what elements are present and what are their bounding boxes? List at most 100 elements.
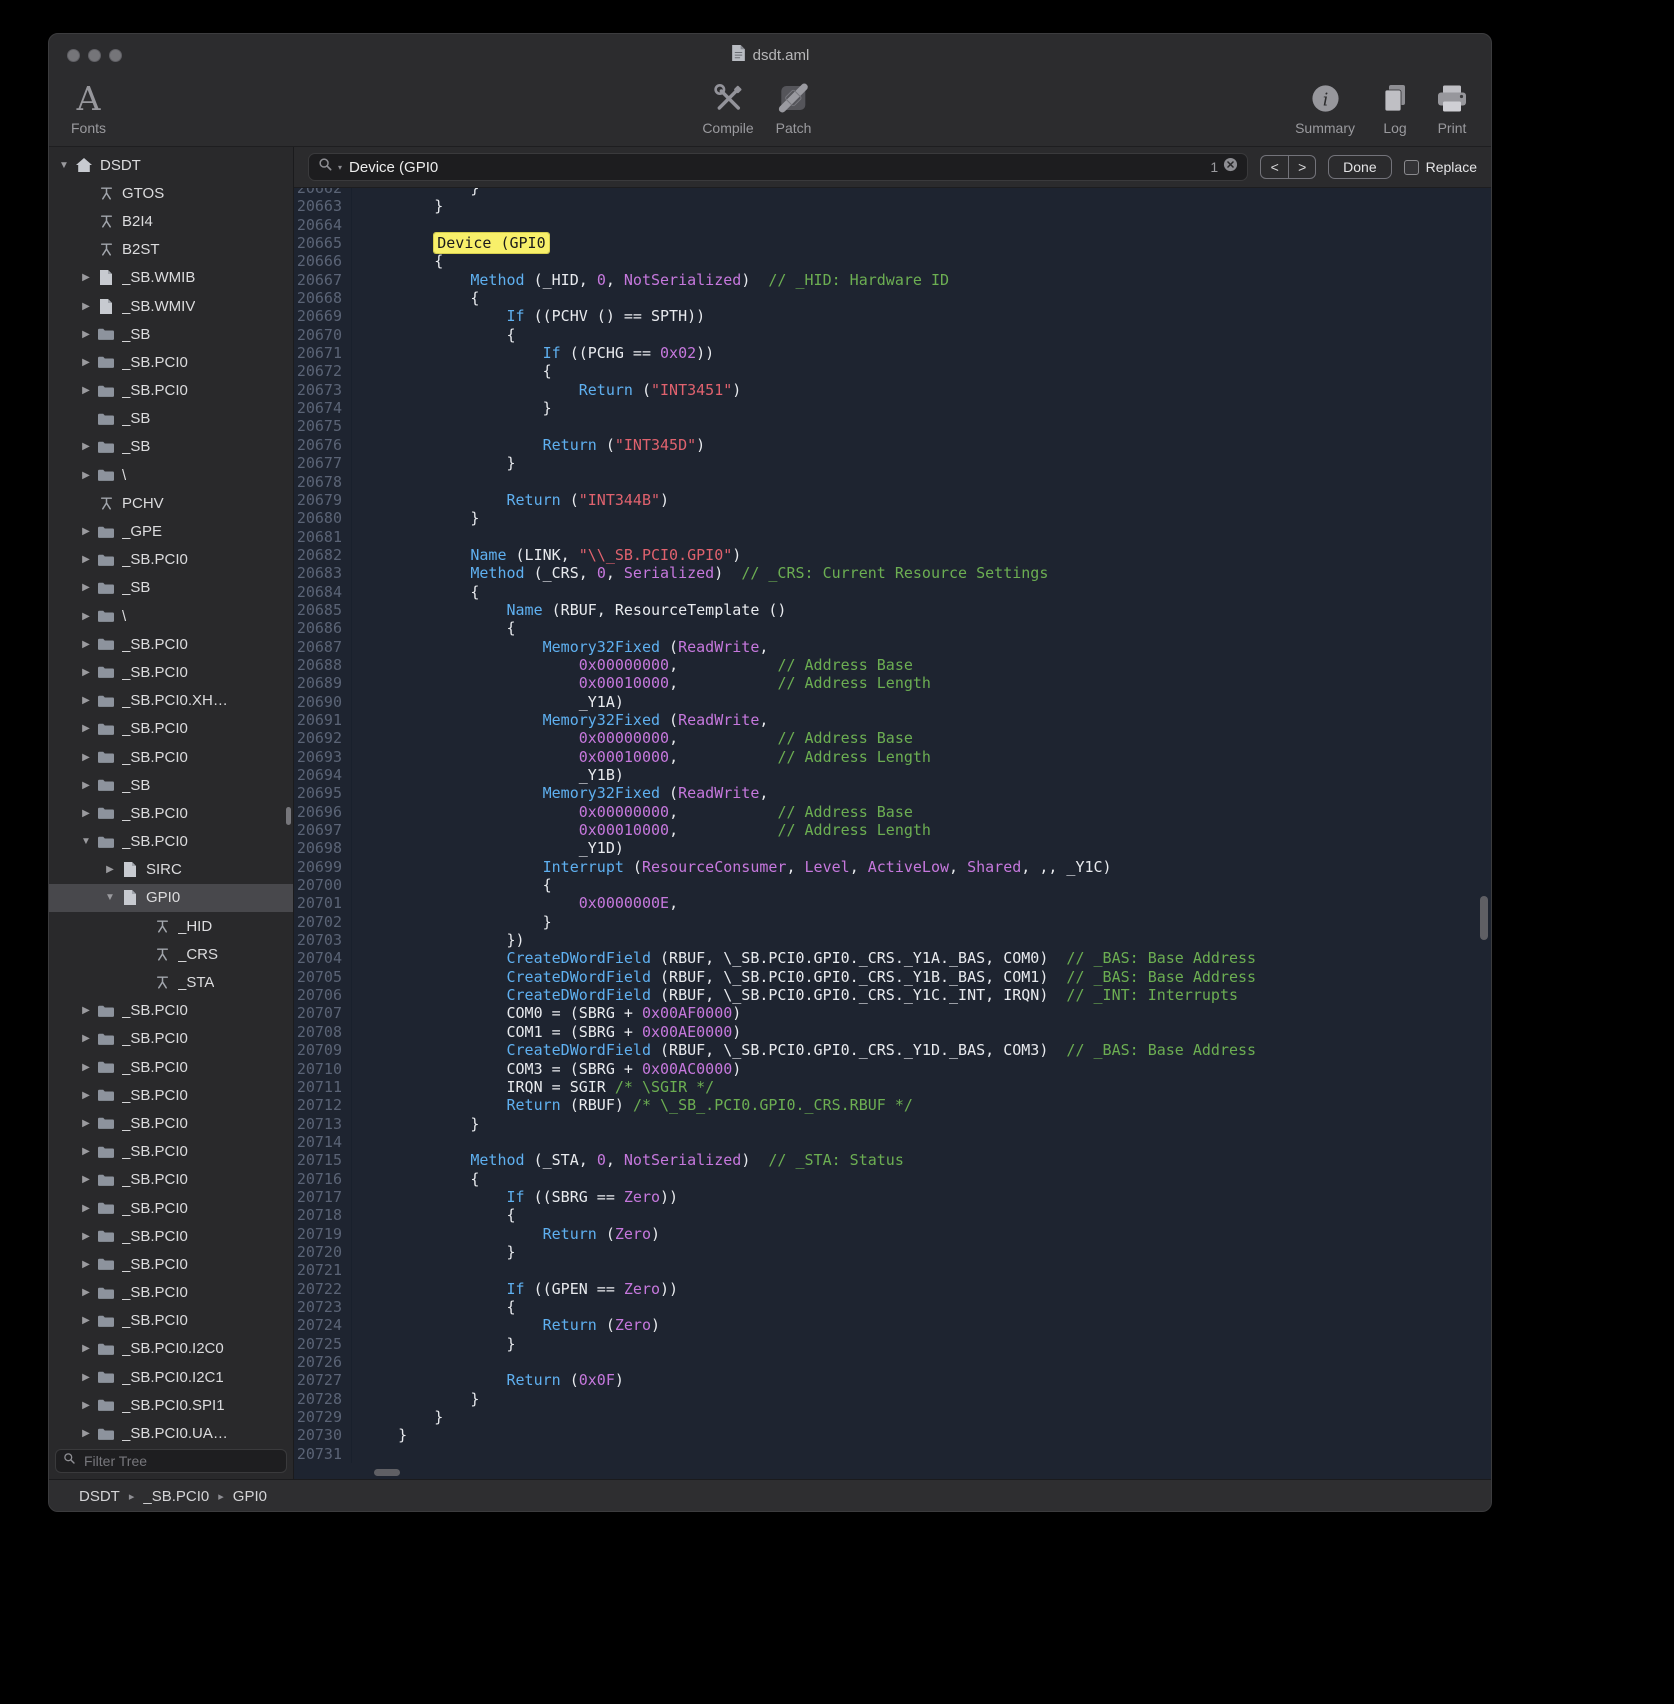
sidebar-item-sbpci0[interactable]: ▶_SB.PCI0 [49, 1307, 293, 1335]
sidebar-item-sbpci0ua[interactable]: ▶_SB.PCI0.UA… [49, 1419, 293, 1446]
sidebar-item-[interactable]: ▶\ [49, 602, 293, 630]
find-next-button[interactable]: > [1288, 156, 1315, 178]
disclosure-right-icon[interactable]: ▶ [77, 723, 95, 734]
disclosure-right-icon[interactable]: ▶ [77, 780, 95, 791]
sidebar-item-gpi0[interactable]: ▼GPI0 [49, 884, 293, 912]
breadcrumb-segment[interactable]: DSDT [79, 1488, 120, 1505]
sidebar-item-sbpci0[interactable]: ▶_SB.PCI0 [49, 348, 293, 376]
sidebar-item-sbpci0[interactable]: ▶_SB.PCI0 [49, 743, 293, 771]
disclosure-right-icon[interactable]: ▶ [77, 1174, 95, 1185]
sidebar-item-sbpci0[interactable]: ▶_SB.PCI0 [49, 1081, 293, 1109]
filter-tree-input[interactable] [82, 1452, 279, 1470]
done-button[interactable]: Done [1328, 155, 1391, 179]
disclosure-right-icon[interactable]: ▶ [77, 1005, 95, 1016]
sidebar-item-sbwmib[interactable]: ▶_SB.WMIB [49, 264, 293, 292]
disclosure-right-icon[interactable]: ▶ [77, 1343, 95, 1354]
sidebar-item-sbpci0[interactable]: ▶_SB.PCI0 [49, 799, 293, 827]
horizontal-scrollbar-thumb[interactable] [374, 1469, 400, 1476]
disclosure-right-icon[interactable]: ▶ [77, 1146, 95, 1157]
sidebar-item-[interactable]: ▶\ [49, 461, 293, 489]
clear-search-icon[interactable] [1223, 157, 1238, 177]
sidebar-item-sbpci0[interactable]: ▶_SB.PCI0 [49, 630, 293, 658]
zoom-button[interactable] [109, 49, 122, 62]
disclosure-right-icon[interactable]: ▶ [77, 329, 95, 340]
disclosure-right-icon[interactable]: ▶ [77, 1428, 95, 1439]
sidebar-scrollbar-thumb[interactable] [286, 807, 291, 825]
sidebar-item-sb[interactable]: ▶_SB [49, 320, 293, 348]
sidebar-item-sbpci0[interactable]: ▶_SB.PCI0 [49, 1025, 293, 1053]
sidebar-item-sbpci0[interactable]: ▶_SB.PCI0 [49, 1222, 293, 1250]
sidebar-item-sbpci0[interactable]: ▶_SB.PCI0 [49, 658, 293, 686]
close-button[interactable] [67, 49, 80, 62]
sidebar-item-sbpci0[interactable]: ▶_SB.PCI0 [49, 1250, 293, 1278]
sidebar-item-sbpci0[interactable]: ▼_SB.PCI0 [49, 828, 293, 856]
disclosure-right-icon[interactable]: ▶ [77, 639, 95, 650]
disclosure-down-icon[interactable]: ▼ [101, 892, 119, 903]
disclosure-right-icon[interactable]: ▶ [77, 667, 95, 678]
disclosure-right-icon[interactable]: ▶ [77, 272, 95, 283]
disclosure-right-icon[interactable]: ▶ [77, 1033, 95, 1044]
sidebar-item-sbpci0spi1[interactable]: ▶_SB.PCI0.SPI1 [49, 1391, 293, 1419]
disclosure-right-icon[interactable]: ▶ [77, 695, 95, 706]
disclosure-right-icon[interactable]: ▶ [77, 1090, 95, 1101]
sidebar-item-sbpci0[interactable]: ▶_SB.PCI0 [49, 1166, 293, 1194]
sidebar-item-sbpci0[interactable]: ▶_SB.PCI0 [49, 715, 293, 743]
disclosure-right-icon[interactable]: ▶ [77, 1259, 95, 1270]
log-button[interactable]: Log [1379, 78, 1411, 136]
sidebar-item-sbpci0xh[interactable]: ▶_SB.PCI0.XH… [49, 687, 293, 715]
sidebar-item-sbpci0[interactable]: ▶_SB.PCI0 [49, 1053, 293, 1081]
disclosure-right-icon[interactable]: ▶ [77, 1315, 95, 1326]
sidebar-item-gtos[interactable]: GTOS [49, 179, 293, 207]
sidebar-item-sbpci0[interactable]: ▶_SB.PCI0 [49, 997, 293, 1025]
sidebar-item-sb[interactable]: _SB [49, 405, 293, 433]
find-previous-button[interactable]: < [1261, 156, 1288, 178]
code-editor[interactable]: 20662 }20663 }2066420665 Device (GPI0206… [294, 188, 1491, 1479]
sidebar-item-sbwmiv[interactable]: ▶_SB.WMIV [49, 292, 293, 320]
disclosure-right-icon[interactable]: ▶ [101, 864, 119, 875]
disclosure-right-icon[interactable]: ▶ [77, 582, 95, 593]
disclosure-right-icon[interactable]: ▶ [77, 1231, 95, 1242]
fonts-button[interactable]: A Fonts [71, 78, 106, 136]
breadcrumb-segment[interactable]: _SB.PCI0 [143, 1488, 209, 1505]
sidebar-item-sb[interactable]: ▶_SB [49, 771, 293, 799]
disclosure-right-icon[interactable]: ▶ [77, 1287, 95, 1298]
sidebar-item-sbpci0[interactable]: ▶_SB.PCI0 [49, 1279, 293, 1307]
disclosure-right-icon[interactable]: ▶ [77, 1372, 95, 1383]
disclosure-right-icon[interactable]: ▶ [77, 1203, 95, 1214]
replace-toggle[interactable]: Replace [1404, 159, 1477, 175]
patch-button[interactable]: Patch [776, 78, 812, 136]
vertical-scrollbar-thumb[interactable] [1480, 896, 1488, 940]
disclosure-down-icon[interactable]: ▼ [77, 836, 95, 847]
sidebar-item-dsdt[interactable]: ▼DSDT [49, 151, 293, 179]
sidebar-item-b2st[interactable]: B2ST [49, 236, 293, 264]
sidebar-item-sb[interactable]: ▶_SB [49, 433, 293, 461]
disclosure-right-icon[interactable]: ▶ [77, 1118, 95, 1129]
sidebar-item-sbpci0[interactable]: ▶_SB.PCI0 [49, 1109, 293, 1137]
sidebar-item-sirc[interactable]: ▶SIRC [49, 856, 293, 884]
sidebar-item-hid[interactable]: _HID [49, 912, 293, 940]
sidebar-item-pchv[interactable]: PCHV [49, 489, 293, 517]
sidebar-item-b2i4[interactable]: B2I4 [49, 207, 293, 235]
sidebar-item-sbpci0[interactable]: ▶_SB.PCI0 [49, 1194, 293, 1222]
disclosure-right-icon[interactable]: ▶ [77, 808, 95, 819]
sidebar-item-sb[interactable]: ▶_SB [49, 574, 293, 602]
sidebar-item-sbpci0i2c1[interactable]: ▶_SB.PCI0.I2C1 [49, 1363, 293, 1391]
disclosure-right-icon[interactable]: ▶ [77, 554, 95, 565]
summary-button[interactable]: i Summary [1295, 78, 1355, 136]
disclosure-right-icon[interactable]: ▶ [77, 752, 95, 763]
disclosure-down-icon[interactable]: ▼ [55, 160, 73, 171]
disclosure-right-icon[interactable]: ▶ [77, 470, 95, 481]
breadcrumb-segment[interactable]: GPI0 [233, 1488, 267, 1505]
sidebar-item-sbpci0[interactable]: ▶_SB.PCI0 [49, 1138, 293, 1166]
print-button[interactable]: Print [1435, 78, 1469, 136]
compile-button[interactable]: Compile [702, 78, 753, 136]
search-menu-caret-icon[interactable]: ▾ [338, 163, 342, 172]
disclosure-right-icon[interactable]: ▶ [77, 385, 95, 396]
disclosure-right-icon[interactable]: ▶ [77, 526, 95, 537]
minimize-button[interactable] [88, 49, 101, 62]
disclosure-right-icon[interactable]: ▶ [77, 357, 95, 368]
find-input[interactable] [347, 158, 1205, 177]
disclosure-right-icon[interactable]: ▶ [77, 301, 95, 312]
sidebar-item-sta[interactable]: _STA [49, 968, 293, 996]
disclosure-right-icon[interactable]: ▶ [77, 1062, 95, 1073]
